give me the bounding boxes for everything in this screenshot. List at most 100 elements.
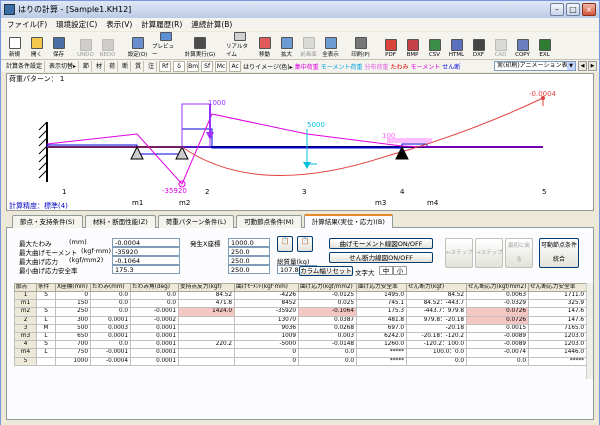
table-cell[interactable]: 1: [14, 290, 37, 301]
legend-toggle-6[interactable]: せん断: [442, 62, 460, 71]
toolbar-button-4[interactable]: REDO: [97, 32, 118, 58]
font-size-mid[interactable]: 中: [379, 266, 393, 275]
close-button[interactable]: ×: [582, 3, 596, 16]
table-cell[interactable]: 13070: [234, 315, 299, 325]
toolbar-button-16[interactable]: CSV: [424, 32, 445, 58]
toolbar-button-0[interactable]: 新規: [4, 32, 25, 58]
toolbar-button-12[interactable]: 全表示: [320, 32, 341, 58]
display-toggle-4[interactable]: Mc: [215, 60, 228, 72]
table-cell[interactable]: *****: [356, 348, 407, 358]
table-cell[interactable]: 3: [14, 323, 37, 333]
table-cell[interactable]: 750: [55, 348, 91, 358]
toolbar-button-19[interactable]: CAD: [490, 32, 511, 58]
view-option-1[interactable]: 表示切替▸: [47, 60, 80, 72]
column-header-0[interactable]: 節点: [14, 283, 37, 292]
table-cell[interactable]: 0: [234, 356, 299, 366]
table-cell[interactable]: 1424.0: [178, 307, 235, 317]
table-cell[interactable]: 0: [234, 348, 299, 358]
table-cell[interactable]: 0.025: [298, 299, 357, 309]
table-row[interactable]: 2 L 300 0.0001 -0.0002 13070 0.0387 481.8 979.8：…: [14, 315, 587, 325]
legend-toggle-0[interactable]: はりイメージ(色)▸: [243, 62, 293, 71]
table-cell[interactable]: 9036: [234, 323, 299, 333]
table-cell[interactable]: 471.8: [178, 299, 235, 309]
table-cell[interactable]: -0.1064: [298, 307, 357, 317]
display-toggle-5[interactable]: Ac: [229, 60, 242, 72]
toolbar-button-1[interactable]: 開く: [26, 32, 47, 58]
table-row[interactable]: m3 L 650 0.0001 0.0001 1009 0.003 6242.0 -20.18：…: [14, 331, 587, 342]
view-option-4[interactable]: 荷: [107, 60, 119, 72]
table-cell[interactable]: L: [36, 315, 56, 325]
toolbar-button-5[interactable]: 設定(O): [124, 32, 151, 58]
table-cell[interactable]: -20.18：-120.2: [406, 331, 467, 342]
table-cell[interactable]: 7165.0: [528, 323, 587, 333]
table-cell[interactable]: 0.0: [90, 340, 131, 350]
column-header-10[interactable]: せん断応力(kgf/mm2): [466, 283, 529, 292]
view-option-5[interactable]: 断: [120, 60, 132, 72]
tab-3[interactable]: 可動節点条件(M): [236, 215, 302, 228]
table-cell[interactable]: 0.0268: [298, 323, 357, 333]
table-cell[interactable]: 150: [55, 299, 91, 309]
table-cell[interactable]: 0.0: [90, 299, 131, 309]
view-option-6[interactable]: 質: [133, 60, 145, 72]
table-cell[interactable]: 0.0726: [466, 315, 529, 325]
table-cell[interactable]: 0.0063: [466, 290, 529, 301]
column-header-6[interactable]: 曲げﾓｰﾒﾝﾄ(kgf·mm): [234, 283, 299, 292]
table-cell[interactable]: 0.0001: [90, 331, 131, 342]
legend-toggle-4[interactable]: たわみ: [391, 62, 409, 71]
view-option-2[interactable]: 節: [81, 60, 93, 72]
display-toggle-3[interactable]: Sf: [201, 60, 214, 72]
toolbar-button-21[interactable]: EXL: [534, 32, 555, 58]
table-cell[interactable]: [178, 356, 235, 366]
table-cell[interactable]: 147.6: [528, 307, 587, 317]
toolbar-button-7[interactable]: 計算実行(G): [180, 32, 220, 58]
table-cell[interactable]: 0.0: [90, 307, 131, 317]
table-cell[interactable]: 0.0: [130, 299, 179, 309]
table-cell[interactable]: m1: [14, 299, 37, 309]
toolbar-button-9[interactable]: 移動: [254, 32, 275, 58]
table-cell[interactable]: 0.0726: [466, 307, 529, 317]
table-cell[interactable]: 2: [14, 315, 37, 325]
table-cell[interactable]: 84.52：-443.7: [406, 299, 467, 309]
table-cell[interactable]: 0: [55, 290, 91, 301]
table-cell[interactable]: -4226: [234, 290, 299, 301]
menu-item-3[interactable]: 計算履歴(R): [141, 18, 182, 31]
table-cell[interactable]: -0.0089: [466, 331, 529, 342]
toolbar-button-20[interactable]: COPY: [512, 32, 533, 58]
copy-result-button-2[interactable]: 📋: [297, 236, 313, 252]
table-row[interactable]: 4 S 700 0.0 0.0001 220.2 -5000 -0.0148 1260.0 -12…: [14, 340, 587, 350]
legend-toggle-1[interactable]: 集中荷重: [295, 62, 319, 71]
display-toggle-2[interactable]: Bm: [187, 60, 200, 72]
table-cell[interactable]: L: [36, 348, 56, 358]
table-row[interactable]: 1 S 0 0.0 0.0 84.52 -4226 -0.0125 1495.0 84.52 0.0…: [14, 290, 587, 301]
toolbar-button-11[interactable]: 前画面: [298, 32, 319, 58]
table-cell[interactable]: [36, 299, 56, 309]
table-cell[interactable]: 84.52: [406, 290, 467, 301]
table-cell[interactable]: m3: [14, 331, 37, 342]
table-cell[interactable]: -0.0148: [298, 340, 357, 350]
font-size-small[interactable]: 小: [393, 266, 407, 275]
table-cell[interactable]: 650: [55, 331, 91, 342]
table-cell[interactable]: *****: [528, 356, 587, 366]
results-table[interactable]: 節点 条件 X座標(mm) たわみ(mm) たわみ角(deg) 支持点反力(kgf) 曲げﾓ…: [14, 283, 587, 366]
column-header-3[interactable]: たわみ(mm): [90, 283, 131, 292]
table-cell[interactable]: 1000: [55, 356, 91, 366]
column-header-2[interactable]: X座標(mm): [55, 283, 91, 292]
table-cell[interactable]: S: [36, 307, 56, 317]
tab-1[interactable]: 材料・断面性能(Z): [84, 215, 156, 228]
table-cell[interactable]: M: [36, 323, 56, 333]
table-row[interactable]: m1 150 0.0 0.0 471.8 8452 0.025 745.1 84.52：-443…: [14, 299, 587, 309]
column-header-5[interactable]: 支持点反力(kgf): [178, 283, 235, 292]
table-cell[interactable]: m4: [14, 348, 37, 358]
tab-4[interactable]: 計算結果(実位・応力)(B): [303, 214, 393, 228]
shear-line-toggle-button[interactable]: せん断力線図ON/OFF: [329, 252, 433, 263]
table-row[interactable]: m2 S 250 0.0 -0.0001 1424.0 -35920 -0.1064 175.3…: [14, 307, 587, 317]
menu-item-1[interactable]: 環境設定(C): [56, 18, 97, 31]
toolbar-button-3[interactable]: UNDO: [75, 32, 96, 58]
table-cell[interactable]: 0.0: [466, 356, 529, 366]
toolbar-button-17[interactable]: HTML: [446, 32, 467, 58]
table-cell[interactable]: -120.2：100.0: [406, 340, 467, 350]
legend-toggle-2[interactable]: モーメント荷重: [321, 62, 363, 71]
table-cell[interactable]: -5000: [234, 340, 299, 350]
table-row[interactable]: 3 M 500 0.0003 0.0001 9036 0.0268 697.0 -20.18 0.…: [14, 323, 587, 333]
table-cell[interactable]: 5: [14, 356, 37, 366]
